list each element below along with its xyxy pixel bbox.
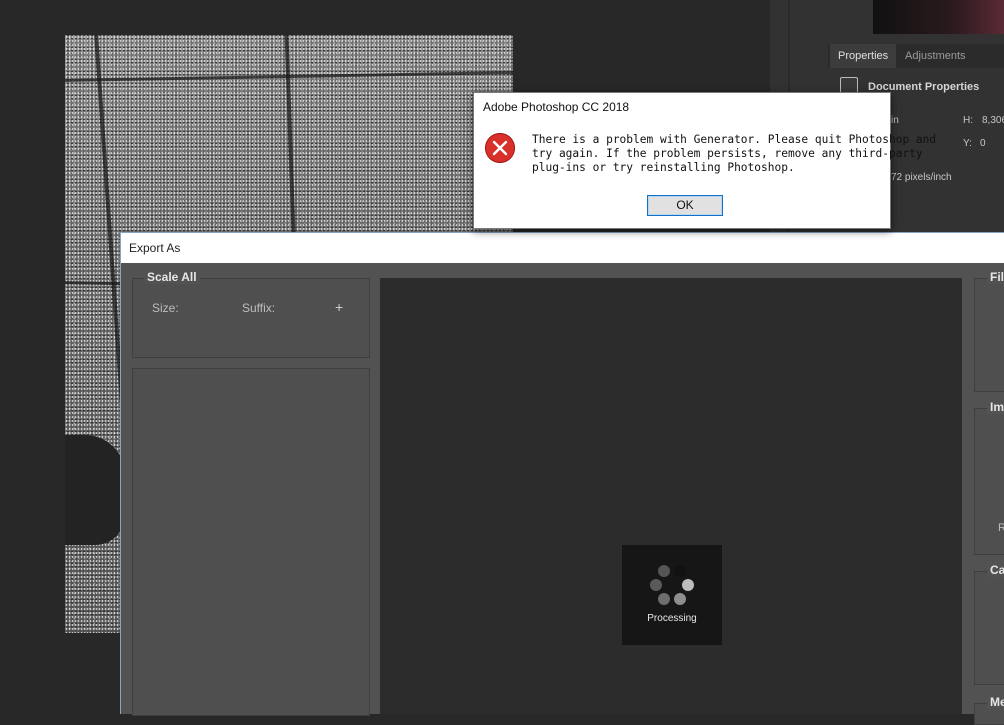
resolution-value: 72 pixels/inch xyxy=(891,172,952,183)
alert-message: There is a problem with Generator. Pleas… xyxy=(532,133,937,175)
alert-title: Adobe Photoshop CC 2018 xyxy=(483,100,630,114)
asset-list-panel xyxy=(132,368,370,716)
tab-adjustments[interactable]: Adjustments xyxy=(897,44,974,68)
image-size-legend: Ima xyxy=(987,400,1004,414)
alert-message-line: try again. If the problem persists, remo… xyxy=(532,147,923,160)
y-value[interactable]: 0 xyxy=(980,138,986,149)
canvas-size-legend: Ca xyxy=(987,563,1004,577)
metadata-legend: Me xyxy=(987,695,1004,709)
preview-area xyxy=(380,278,962,714)
add-scale-icon[interactable]: + xyxy=(335,299,343,315)
spinner-dot xyxy=(658,565,670,577)
file-settings-group xyxy=(974,278,1004,392)
height-label: H: xyxy=(963,115,973,126)
spinner-dot xyxy=(650,579,662,591)
processing-label: Processing xyxy=(647,613,697,624)
canvas-size-group xyxy=(974,571,1004,685)
color-picker-field[interactable] xyxy=(873,0,1004,34)
spinner-dot xyxy=(674,565,686,577)
ok-button[interactable]: OK xyxy=(647,195,723,216)
y-label: Y: xyxy=(963,138,972,149)
scale-all-legend: Scale All xyxy=(144,270,200,284)
alert-message-line: plug-ins or try reinstalling Photoshop. xyxy=(532,161,795,174)
tab-properties[interactable]: Properties xyxy=(830,44,897,68)
spinner-dot xyxy=(682,579,694,591)
export-titlebar: Export As xyxy=(121,233,1004,263)
spinner-dot xyxy=(674,593,686,605)
error-x-glyph xyxy=(492,140,508,156)
resample-label-partial: R xyxy=(998,522,1004,534)
width-label-partial: in xyxy=(891,115,899,126)
file-settings-legend: File xyxy=(987,270,1004,284)
error-icon xyxy=(485,133,515,163)
spinner-dot xyxy=(658,593,670,605)
dark-object-in-photo xyxy=(65,435,125,545)
export-title: Export As xyxy=(129,241,181,255)
processing-indicator: Processing xyxy=(622,545,722,645)
height-value[interactable]: 8,306 xyxy=(982,115,1004,126)
suffix-label: Suffix: xyxy=(242,301,276,315)
size-label: Size: xyxy=(152,301,179,315)
alert-message-line: There is a problem with Generator. Pleas… xyxy=(532,133,937,146)
export-as-dialog: Export As Scale All Size: Suffix: + Proc… xyxy=(120,232,1004,725)
scale-all-group xyxy=(132,278,370,358)
alert-dialog: Adobe Photoshop CC 2018 There is a probl… xyxy=(473,92,937,229)
